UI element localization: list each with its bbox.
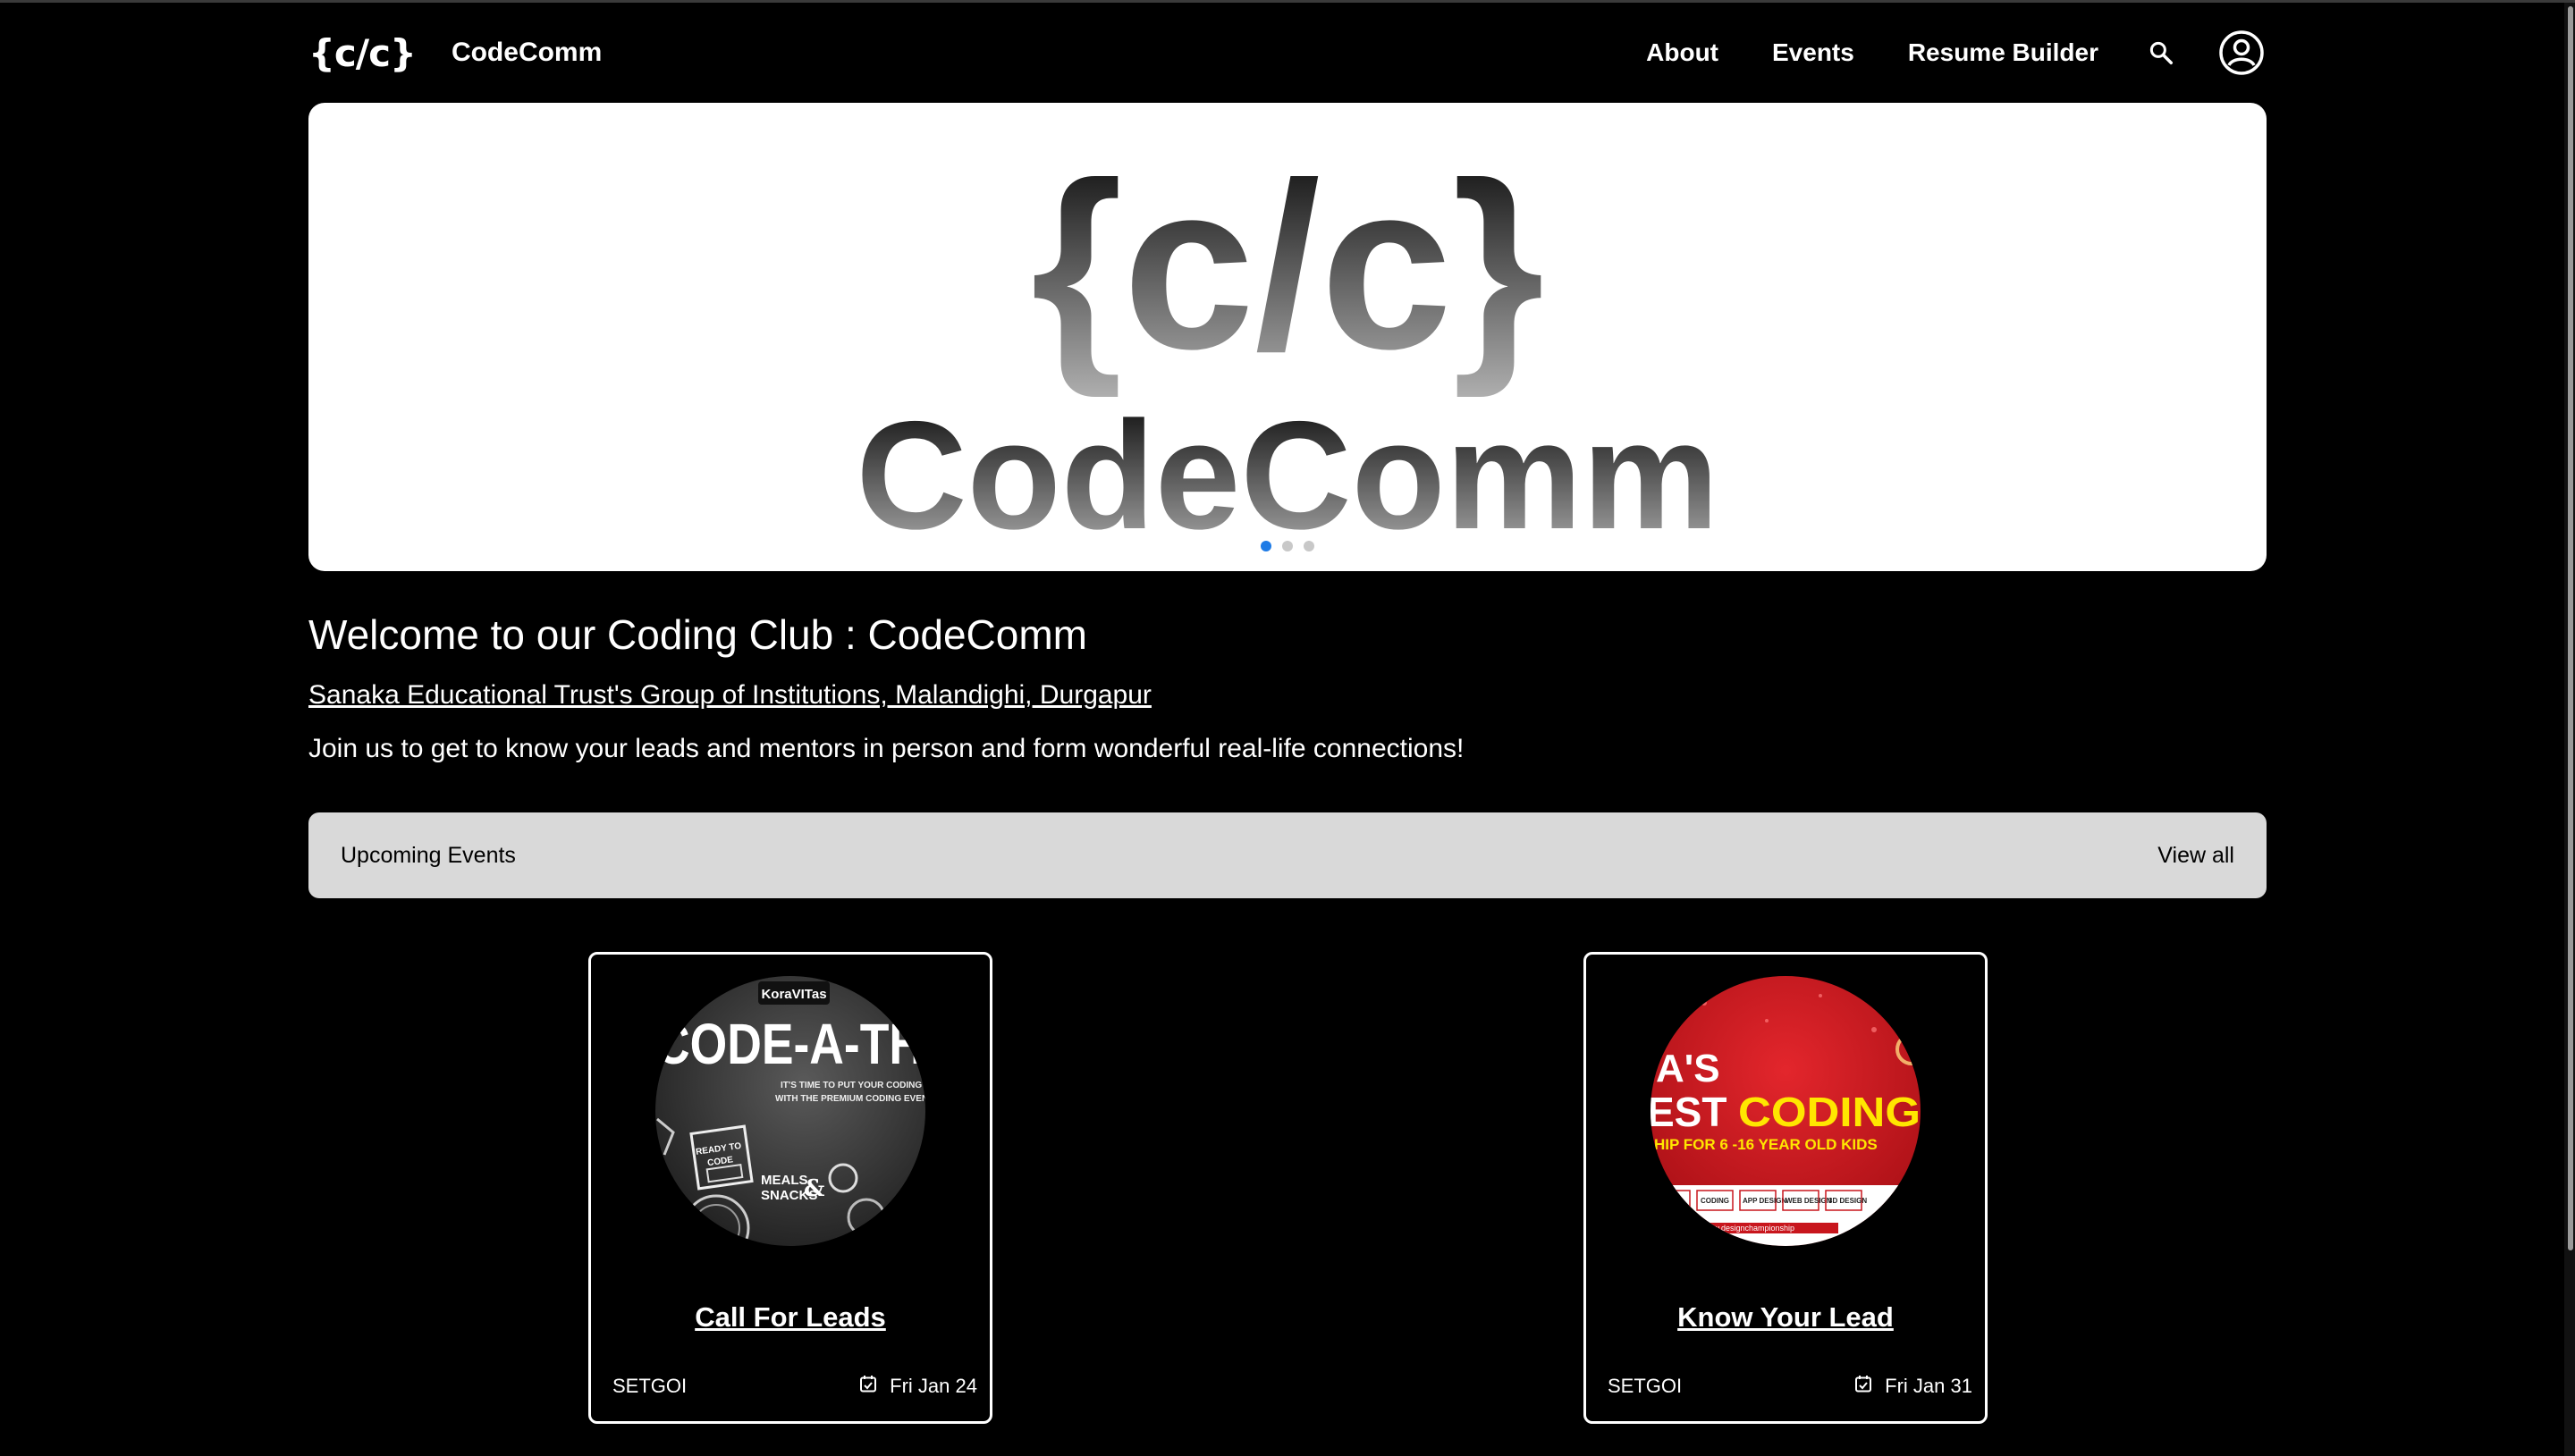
event-title[interactable]: Call For Leads [591,1301,990,1334]
navbar: {c/c} CodeComm About Events Resume Build… [308,21,2267,85]
hero-name: CodeComm [856,390,1718,561]
svg-text:3D DESIGN: 3D DESIGN [1828,1197,1867,1205]
welcome-description: Join us to get to know your leads and me… [308,734,1465,763]
institution-link[interactable]: Sanaka Educational Trust's Group of Inst… [308,680,1152,711]
upcoming-events-bar: Upcoming Events View all [308,812,2267,898]
svg-text:CODING: CODING [1701,1197,1729,1205]
event-organizer: SETGOI [1608,1375,1683,1397]
event-poster-image: KoraVITas CODE-A-TH IT'S TIME TO PUT YOU… [655,976,925,1246]
carousel-indicators [1261,541,1314,551]
view-all-link[interactable]: View all [2157,843,2234,869]
svg-text:&: & [804,1175,824,1202]
svg-text:MEALS: MEALS [761,1173,808,1188]
event-footer: SETGOI Fri Jan 31 [1608,1375,1972,1398]
carousel-dot-3[interactable] [1304,541,1314,551]
svg-text:HIP FOR 6 -16 YEAR OLD KIDS: HIP FOR 6 -16 YEAR OLD KIDS [1654,1136,1878,1153]
hero-carousel[interactable]: {c/c} CodeComm [308,103,2267,571]
poster-headline: CODE-A-TH [655,1012,924,1076]
svg-text:CODING: CODING [1738,1089,1921,1135]
svg-text:ww.designchampionship: ww.designchampionship [1707,1224,1794,1233]
page: {c/c} CodeComm About Events Resume Build… [0,0,2575,1456]
svg-text:APP DESIGN: APP DESIGN [1743,1197,1786,1205]
svg-text:EST: EST [1651,1089,1727,1135]
account-circle-icon[interactable] [2216,28,2267,78]
nav-links: About Events Resume Builder [1646,28,2267,78]
search-icon[interactable] [2143,35,2179,71]
svg-text:WEB DESIGN: WEB DESIGN [1786,1197,1832,1205]
poster-sponsor: KoraVITas [761,987,826,1002]
event-organizer: SETGOI [612,1375,688,1397]
svg-text:WITH THE PREMIUM CODING EVENT: WITH THE PREMIUM CODING EVENT [775,1094,925,1104]
event-card-call-for-leads[interactable]: KoraVITas CODE-A-TH IT'S TIME TO PUT YOU… [588,952,992,1424]
brand[interactable]: {c/c} CodeComm [308,31,602,75]
nav-resume-builder-link[interactable]: Resume Builder [1908,38,2098,67]
calendar-icon [1854,1375,1872,1398]
event-footer: SETGOI Fri Jan 24 [612,1375,977,1398]
welcome-title: Welcome to our Coding Club : CodeComm [308,611,1087,658]
carousel-dot-2[interactable] [1282,541,1293,551]
brand-name[interactable]: CodeComm [452,38,602,68]
scrollbar-thumb[interactable] [2568,6,2573,1250]
upcoming-events-heading: Upcoming Events [341,842,516,868]
carousel-dot-1[interactable] [1261,541,1271,551]
hero-logo: {c/c} [1031,134,1545,400]
event-date-group: Fri Jan 24 [859,1375,977,1398]
page-scrollbar[interactable] [2564,3,2575,1456]
calendar-icon [859,1375,877,1398]
event-card-know-your-lead[interactable]: A'S EST CODING HIP FOR 6 -16 YEAR OLD KI… [1583,952,1988,1424]
event-date-group: Fri Jan 31 [1854,1375,1972,1398]
svg-text:APHIC: APHIC [1658,1197,1680,1205]
event-title[interactable]: Know Your Lead [1586,1301,1985,1334]
svg-text:A'S: A'S [1656,1047,1720,1090]
hero-banner: {c/c} CodeComm [856,134,1718,561]
event-date: Fri Jan 31 [1885,1375,1972,1397]
event-poster-image: A'S EST CODING HIP FOR 6 -16 YEAR OLD KI… [1651,976,1921,1246]
svg-text:IT'S TIME TO PUT YOUR CODING S: IT'S TIME TO PUT YOUR CODING SI [781,1081,925,1090]
brand-logo[interactable]: {c/c} [308,31,417,75]
nav-events-link[interactable]: Events [1772,38,1854,67]
nav-about-link[interactable]: About [1646,38,1718,67]
event-date: Fri Jan 24 [890,1375,977,1397]
